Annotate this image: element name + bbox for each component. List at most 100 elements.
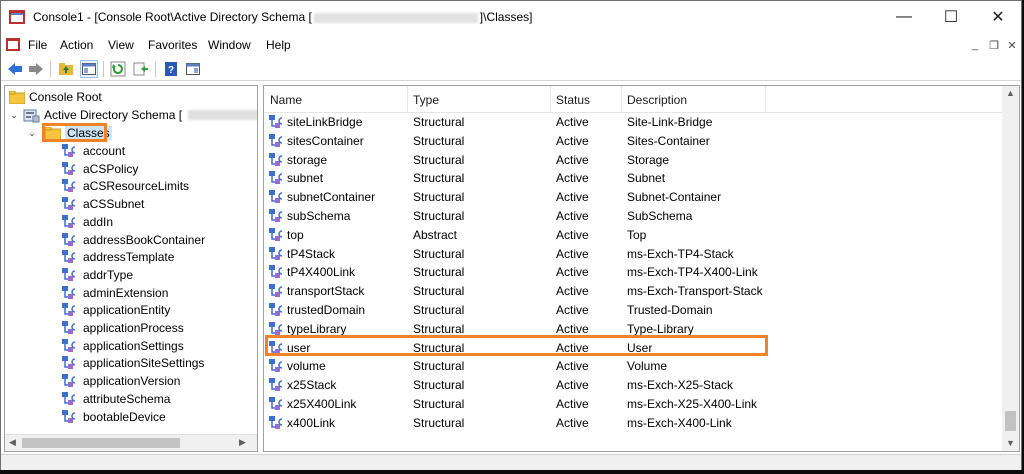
- show-hide-console-tree-button[interactable]: [80, 60, 98, 78]
- menu-file[interactable]: File: [28, 38, 47, 52]
- menu-help[interactable]: Help: [266, 38, 291, 52]
- back-button[interactable]: [6, 60, 24, 78]
- mmc-menu-icon[interactable]: [6, 38, 20, 51]
- maximize-button[interactable]: ☐: [928, 1, 974, 33]
- tree-item-label: applicationSiteSettings: [83, 356, 205, 371]
- mdi-minimize-button[interactable]: _: [967, 39, 983, 53]
- tree-item-label: attributeSchema: [83, 391, 171, 406]
- table-row[interactable]: tP4Stack Structural Active ms-Exch-TP4-Stac…: [264, 245, 1004, 263]
- minimize-button[interactable]: —: [881, 1, 927, 33]
- class-schema-icon: [269, 171, 286, 185]
- table-row[interactable]: volume Structural Active Volume: [264, 357, 1004, 375]
- column-divider[interactable]: [407, 86, 408, 113]
- tree-class-item[interactable]: addrType: [62, 266, 133, 284]
- table-row[interactable]: subnet Structural Active Subnet: [264, 169, 1004, 187]
- column-header-description[interactable]: Description: [627, 93, 687, 107]
- refresh-button[interactable]: [109, 60, 127, 78]
- column-header-name[interactable]: Name: [270, 93, 302, 107]
- cell-description: Volume: [627, 359, 668, 374]
- tree-item-classes[interactable]: ⌄ Classes: [27, 124, 112, 142]
- table-row[interactable]: trustedDomain Structural Active Trusted-Dom…: [264, 301, 1004, 319]
- mdi-close-button[interactable]: ✕: [1004, 39, 1020, 53]
- tree-item-label: addrType: [83, 267, 134, 282]
- table-row[interactable]: user Structural Active User: [264, 339, 1004, 357]
- scroll-left-icon[interactable]: ◀: [9, 437, 16, 448]
- tree-item-console-root[interactable]: Console Root: [9, 88, 102, 106]
- close-button[interactable]: ✕: [975, 1, 1021, 33]
- help-button[interactable]: ?: [162, 60, 180, 78]
- table-row[interactable]: top Abstract Active Top: [264, 226, 1004, 244]
- tree-item-ad-schema[interactable]: ⌄ Active Directory Schema [: [9, 106, 257, 124]
- table-row[interactable]: x25Stack Structural Active ms-Exch-X25-Stac…: [264, 376, 1004, 394]
- column-header-type[interactable]: Type: [413, 93, 439, 107]
- cell-description: ms-Exch-TP4-X400-Link: [627, 265, 758, 280]
- chevron-down-icon[interactable]: ⌄: [9, 110, 19, 120]
- scroll-right-icon[interactable]: ▶: [239, 437, 246, 448]
- cell-type: Structural: [413, 209, 465, 223]
- scroll-up-icon[interactable]: ▲: [1006, 88, 1015, 98]
- table-row[interactable]: tP4X400Link Structural Active ms-Exch-TP4-X…: [264, 263, 1004, 281]
- forward-arrow-icon: [29, 63, 43, 75]
- class-schema-icon: [62, 179, 79, 193]
- column-header-status[interactable]: Status: [556, 93, 590, 107]
- table-row[interactable]: siteLinkBridge Structural Active Site-Link-…: [264, 113, 1004, 131]
- tree-class-item[interactable]: adminExtension: [62, 284, 168, 302]
- cell-name: storage: [287, 152, 328, 167]
- class-schema-icon: [269, 340, 286, 355]
- tree-class-item[interactable]: bootableDevice: [62, 408, 166, 426]
- tree-item-label: Classes: [65, 126, 112, 140]
- tree-class-item[interactable]: applicationSettings: [62, 337, 184, 355]
- cell-status: Active: [556, 152, 589, 167]
- tree-class-item[interactable]: aCSResourceLimits: [62, 177, 189, 195]
- scrollbar-thumb[interactable]: [22, 438, 180, 448]
- tree-class-item[interactable]: aCSSubnet: [62, 195, 144, 213]
- scroll-down-icon[interactable]: ▼: [1006, 438, 1015, 448]
- table-row[interactable]: x400Link Structural Active ms-Exch-X400-Lin…: [264, 414, 1004, 432]
- tree-class-item[interactable]: applicationSiteSettings: [62, 354, 204, 372]
- tree-class-item[interactable]: addressTemplate: [62, 248, 174, 266]
- cell-description: Site-Link-Bridge: [627, 115, 713, 129]
- up-one-level-button[interactable]: [57, 60, 75, 78]
- menu-view[interactable]: View: [108, 38, 134, 52]
- forward-button[interactable]: [27, 60, 45, 78]
- table-row[interactable]: x25X400Link Structural Active ms-Exch-X25-X…: [264, 395, 1004, 413]
- tree-horizontal-scrollbar[interactable]: ◀ ▶: [5, 434, 257, 451]
- window-title: Console1 - [Console Root\Active Director…: [33, 10, 533, 24]
- tree-class-item[interactable]: account: [62, 142, 125, 160]
- table-row[interactable]: subSchema Structural Active SubSchema: [264, 207, 1004, 225]
- list-vertical-scrollbar[interactable]: ▲ ▼: [1002, 86, 1019, 451]
- cell-status: Active: [556, 190, 589, 205]
- class-schema-icon: [62, 409, 79, 424]
- scrollbar-thumb[interactable]: [1005, 411, 1016, 431]
- table-row[interactable]: storage Structural Active Storage: [264, 151, 1004, 169]
- table-row[interactable]: typeLibrary Structural Active Type-Library: [264, 320, 1004, 338]
- title-bar[interactable]: Console1 - [Console Root\Active Director…: [1, 1, 1021, 33]
- menu-action[interactable]: Action: [60, 38, 93, 52]
- help-book-icon: ?: [165, 62, 177, 76]
- tree-class-item[interactable]: addressBookContainer: [62, 231, 205, 249]
- console-tree[interactable]: Console Root ⌄ Active Directory Schema […: [4, 85, 258, 452]
- tree-class-item[interactable]: applicationVersion: [62, 372, 180, 390]
- tree-class-item[interactable]: aCSPolicy: [62, 160, 138, 178]
- column-divider[interactable]: [550, 86, 551, 113]
- column-divider[interactable]: [765, 86, 766, 113]
- table-row[interactable]: subnetContainer Structural Active Subnet-Co…: [264, 188, 1004, 206]
- show-hide-action-pane-button[interactable]: [184, 60, 202, 78]
- tree-class-item[interactable]: applicationProcess: [62, 319, 184, 337]
- tree-class-item[interactable]: applicationEntity: [62, 301, 170, 319]
- tree-class-item[interactable]: attributeSchema: [62, 390, 170, 408]
- mmc-window: Console1 - [Console Root\Active Director…: [0, 0, 1022, 470]
- chevron-down-icon[interactable]: ⌄: [27, 128, 37, 138]
- export-list-button[interactable]: [132, 60, 150, 78]
- redacted-domain: [313, 12, 478, 23]
- table-row[interactable]: sitesContainer Structural Active Sites-Cont…: [264, 132, 1004, 150]
- table-row[interactable]: transportStack Structural Active ms-Exch-Tr…: [264, 282, 1004, 300]
- cell-name: x25Stack: [287, 378, 337, 393]
- menu-favorites[interactable]: Favorites: [148, 38, 197, 52]
- mdi-restore-button[interactable]: ❐: [986, 39, 1002, 53]
- cell-description: ms-Exch-TP4-Stack: [627, 246, 734, 261]
- menu-window[interactable]: Window: [208, 38, 251, 52]
- column-divider[interactable]: [621, 86, 622, 113]
- tree-class-item[interactable]: addIn: [62, 213, 113, 231]
- results-list[interactable]: Name Type Status Description siteLinkBri…: [263, 85, 1020, 452]
